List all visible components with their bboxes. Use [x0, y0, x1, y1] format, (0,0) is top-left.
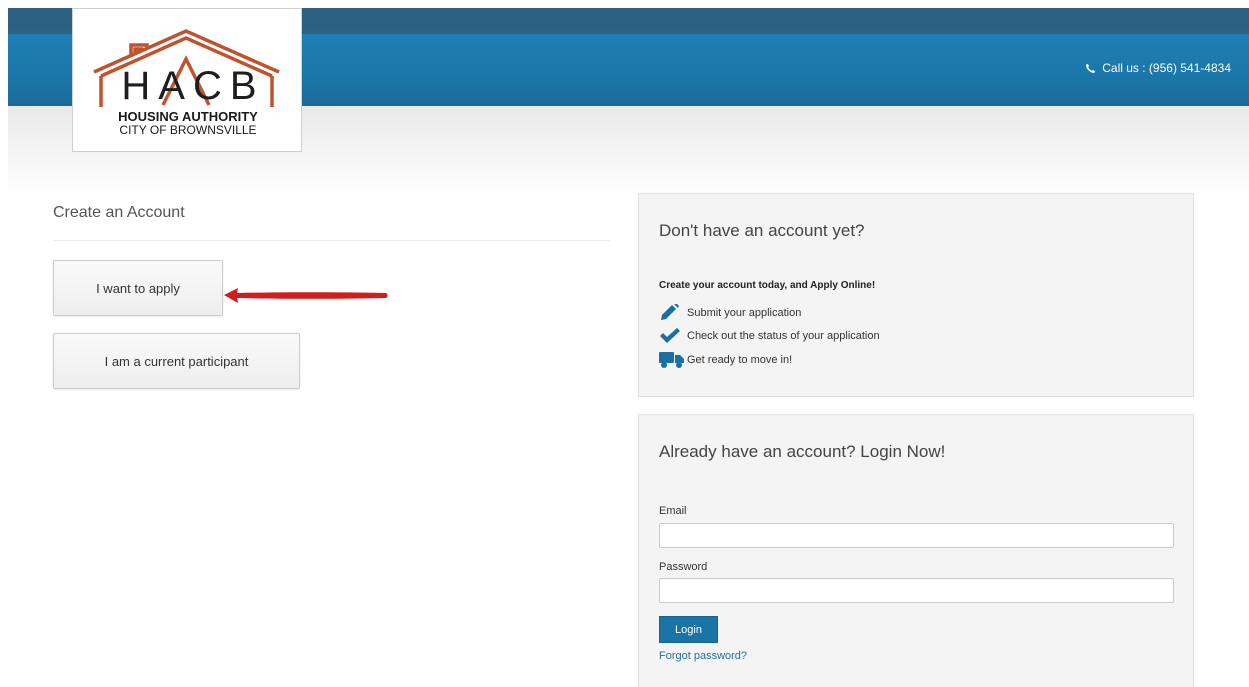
current-participant-label: I am a current participant: [104, 353, 249, 369]
signup-panel-subtitle: Create your account today, and Apply Onl…: [659, 280, 876, 291]
feature-item: Check out the status of your application: [659, 328, 880, 344]
logo-city-name: CITY OF BROWNSVILLE: [119, 123, 257, 137]
feature-label: Submit your application: [687, 307, 802, 319]
password-label: Password: [659, 561, 708, 573]
login-panel-title: Already have an account? Login Now!: [659, 442, 946, 461]
phone-contact: Call us : (956) 541-4834: [1085, 61, 1231, 75]
annotation-arrow-icon: [224, 288, 388, 303]
logo-letters: HACB: [121, 64, 265, 108]
phone-icon: [1086, 63, 1096, 73]
feature-label: Check out the status of your application: [687, 330, 880, 342]
signup-panel-title: Don't have an account yet?: [659, 221, 865, 240]
create-account-title: Create an Account: [53, 204, 185, 221]
apply-button[interactable]: I want to apply: [53, 260, 223, 316]
feature-item: Get ready to move in!: [659, 351, 792, 369]
password-field[interactable]: [659, 578, 1174, 603]
current-participant-button[interactable]: I am a current participant: [53, 333, 300, 389]
apply-button-label: I want to apply: [96, 280, 180, 296]
logo-org-name: HOUSING AUTHORITY: [118, 109, 258, 124]
hacb-logo[interactable]: HACB HOUSING AUTHORITY CITY OF BROWNSVIL…: [72, 8, 302, 152]
pencil-icon: [661, 304, 679, 320]
divider: [53, 240, 610, 241]
feature-label: Get ready to move in!: [687, 354, 793, 366]
feature-item: Submit your application: [659, 304, 801, 322]
signup-panel: Don't have an account yet? Create your a…: [638, 193, 1194, 397]
forgot-password-link[interactable]: Forgot password?: [659, 650, 747, 662]
email-label: Email: [659, 505, 687, 517]
login-button-label: Login: [675, 623, 702, 636]
phone-label: Call us : (956) 541-4834: [1102, 61, 1231, 75]
truck-icon: [659, 352, 684, 368]
email-field[interactable]: [659, 523, 1174, 548]
check-icon: [660, 328, 680, 343]
login-button[interactable]: Login: [659, 616, 718, 643]
login-panel: Already have an account? Login Now! Emai…: [638, 414, 1194, 687]
